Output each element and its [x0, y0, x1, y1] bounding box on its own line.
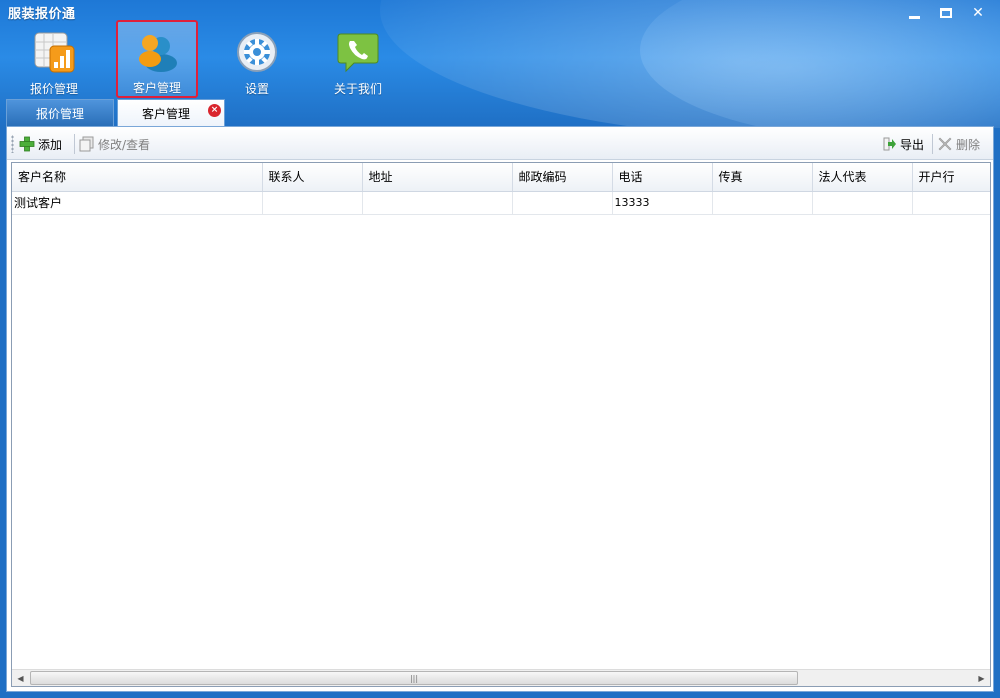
- window-controls: ✕: [904, 4, 988, 22]
- minimize-icon: [908, 15, 920, 19]
- column-header[interactable]: 客户名称: [12, 163, 263, 192]
- add-button[interactable]: 添加: [19, 135, 62, 153]
- close-icon: ✕: [972, 5, 984, 21]
- column-header[interactable]: 开户行: [912, 163, 990, 192]
- scrollbar-thumb[interactable]: |||: [30, 671, 798, 685]
- customer-icon: [135, 29, 179, 73]
- edit-view-button[interactable]: 修改/查看: [79, 135, 150, 153]
- export-button[interactable]: 导出: [883, 135, 924, 153]
- nav-item-customer-management[interactable]: 客户管理: [116, 20, 198, 98]
- tab-quote-management[interactable]: 报价管理: [6, 99, 114, 126]
- column-header[interactable]: 传真: [712, 163, 813, 192]
- table-cell[interactable]: [262, 191, 363, 215]
- plus-icon: [19, 136, 35, 152]
- nav-item-quote-management[interactable]: 报价管理: [16, 22, 92, 96]
- table-cell[interactable]: 13333: [612, 191, 713, 215]
- column-header[interactable]: 电话: [612, 163, 713, 192]
- column-header[interactable]: 地址: [362, 163, 513, 192]
- table-cell[interactable]: [912, 191, 990, 215]
- app-title: 服装报价通: [8, 7, 76, 22]
- customer-table: 客户名称 联系人 地址 邮政编码 电话 传真 法人代表 开户行 测试客户 133…: [12, 163, 990, 215]
- tab-strip: 报价管理 客户管理 ×: [6, 99, 225, 126]
- copy-doc-icon: [79, 136, 94, 152]
- content-panel: 添加 修改/查看 导出 删除 客户名称 联系人 地址 邮政编码 电话 传真 法人…: [6, 126, 994, 692]
- nav-item-label: 关于我们: [333, 82, 382, 96]
- nav-item-label: 客户管理: [132, 81, 181, 95]
- export-label: 导出: [900, 137, 925, 152]
- toolbar-separator: [932, 134, 933, 154]
- maximize-icon: [940, 8, 952, 18]
- tab-customer-management[interactable]: 客户管理 ×: [117, 99, 225, 126]
- gear-icon: [235, 30, 279, 74]
- export-icon: [883, 137, 896, 151]
- customer-grid: 客户名称 联系人 地址 邮政编码 电话 传真 法人代表 开户行 测试客户 133…: [11, 162, 991, 687]
- delete-x-icon: [938, 137, 952, 151]
- table-row[interactable]: 测试客户 13333: [12, 191, 990, 215]
- delete-label: 删除: [956, 137, 981, 152]
- nav-item-label: 报价管理: [29, 82, 78, 96]
- horizontal-scrollbar[interactable]: ◀ ||| ▶: [12, 669, 990, 686]
- tab-label: 报价管理: [35, 106, 84, 121]
- nav-item-settings[interactable]: 设置: [219, 22, 295, 96]
- table-cell[interactable]: [512, 191, 613, 215]
- close-window-button[interactable]: ✕: [968, 4, 988, 22]
- grip-lines-icon: |||: [409, 673, 419, 683]
- add-label: 添加: [38, 137, 63, 152]
- column-header[interactable]: 联系人: [262, 163, 363, 192]
- table-cell[interactable]: 测试客户: [12, 191, 263, 215]
- toolbar-grip: [11, 135, 14, 153]
- column-header[interactable]: 法人代表: [812, 163, 913, 192]
- grid-toolbar: 添加 修改/查看 导出 删除: [7, 127, 993, 160]
- tab-label: 客户管理: [141, 106, 190, 121]
- table-header-row: 客户名称 联系人 地址 邮政编码 电话 传真 法人代表 开户行: [12, 163, 990, 192]
- chart-icon: [32, 30, 76, 74]
- table-cell[interactable]: [812, 191, 913, 215]
- table-cell[interactable]: [712, 191, 813, 215]
- maximize-button[interactable]: [936, 4, 956, 22]
- nav-item-label: 设置: [244, 82, 269, 96]
- scroll-right-icon[interactable]: ▶: [973, 670, 990, 686]
- column-header[interactable]: 邮政编码: [512, 163, 613, 192]
- scroll-left-icon[interactable]: ◀: [12, 670, 29, 686]
- delete-button[interactable]: 删除: [937, 135, 980, 153]
- close-tab-icon[interactable]: ×: [208, 104, 221, 117]
- minimize-button[interactable]: [904, 4, 924, 22]
- edit-view-label: 修改/查看: [98, 137, 151, 152]
- nav-item-about-us[interactable]: 关于我们: [320, 22, 396, 96]
- table-cell[interactable]: [362, 191, 513, 215]
- phone-bubble-icon: [336, 30, 380, 74]
- toolbar-separator: [74, 134, 75, 154]
